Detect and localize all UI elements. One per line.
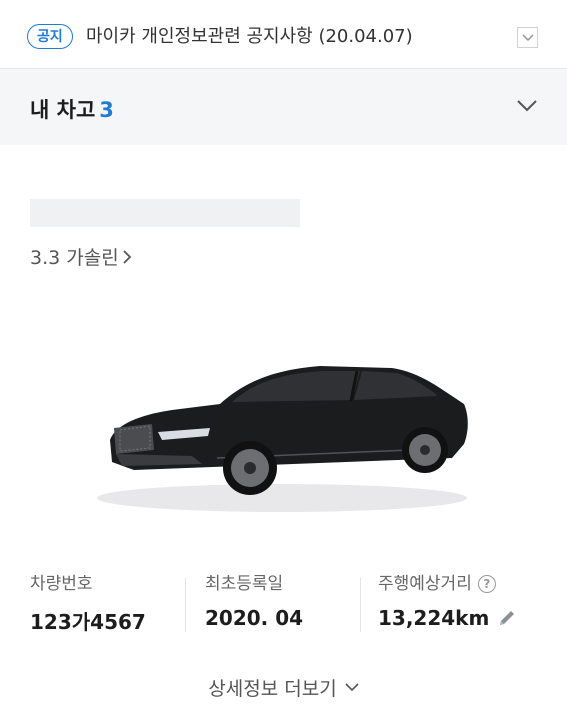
mileage-label-row: 주행예상거리 ? [378,570,517,598]
car-image [97,366,468,512]
mileage-info: 주행예상거리 ? 13,224km [378,570,517,630]
car-name-placeholder [30,199,300,227]
notice-bar[interactable]: 공지 마이카 개인정보관련 공지사항 (20.04.07) [0,0,567,69]
garage-count: 3 [99,98,114,122]
chevron-down-icon[interactable] [516,99,538,112]
registration-info: 최초등록일 2020. 04 [205,570,303,630]
plate-info: 차량번호 123가4567 [30,570,146,635]
car-trim-label: 3.3 가솔린 [30,247,119,269]
more-details-label: 상세정보 더보기 [208,678,337,700]
garage-title-label: 내 차고 [30,98,96,122]
pencil-icon[interactable] [497,608,517,628]
notice-expand-button[interactable] [517,27,538,48]
notice-badge: 공지 [27,24,73,49]
chevron-right-icon [123,249,131,264]
car-trim-link[interactable]: 3.3 가솔린 [30,243,132,270]
car-info-row: 차량번호 123가4567 최초등록일 2020. 04 주행예상거리 ? 13… [0,570,567,640]
mileage-value-row: 13,224km [378,606,517,630]
notice-text[interactable]: 마이카 개인정보관련 공지사항 (20.04.07) [86,26,413,48]
help-icon[interactable]: ? [477,575,496,593]
garage-header[interactable]: 내 차고 3 [0,69,567,145]
chevron-down-icon [522,34,534,41]
mileage-label: 주행예상거리 [378,574,472,594]
chevron-down-icon [345,683,359,692]
plate-value: 123가4567 [30,610,146,634]
registration-value: 2020. 04 [205,606,304,630]
more-details-button[interactable]: 상세정보 더보기 [0,674,567,701]
garage-title: 내 차고 3 [30,94,114,124]
registration-label: 최초등록일 [205,574,284,594]
divider [185,578,186,632]
plate-label: 차량번호 [30,574,93,594]
mileage-value: 13,224km [378,606,490,630]
divider [360,578,361,632]
